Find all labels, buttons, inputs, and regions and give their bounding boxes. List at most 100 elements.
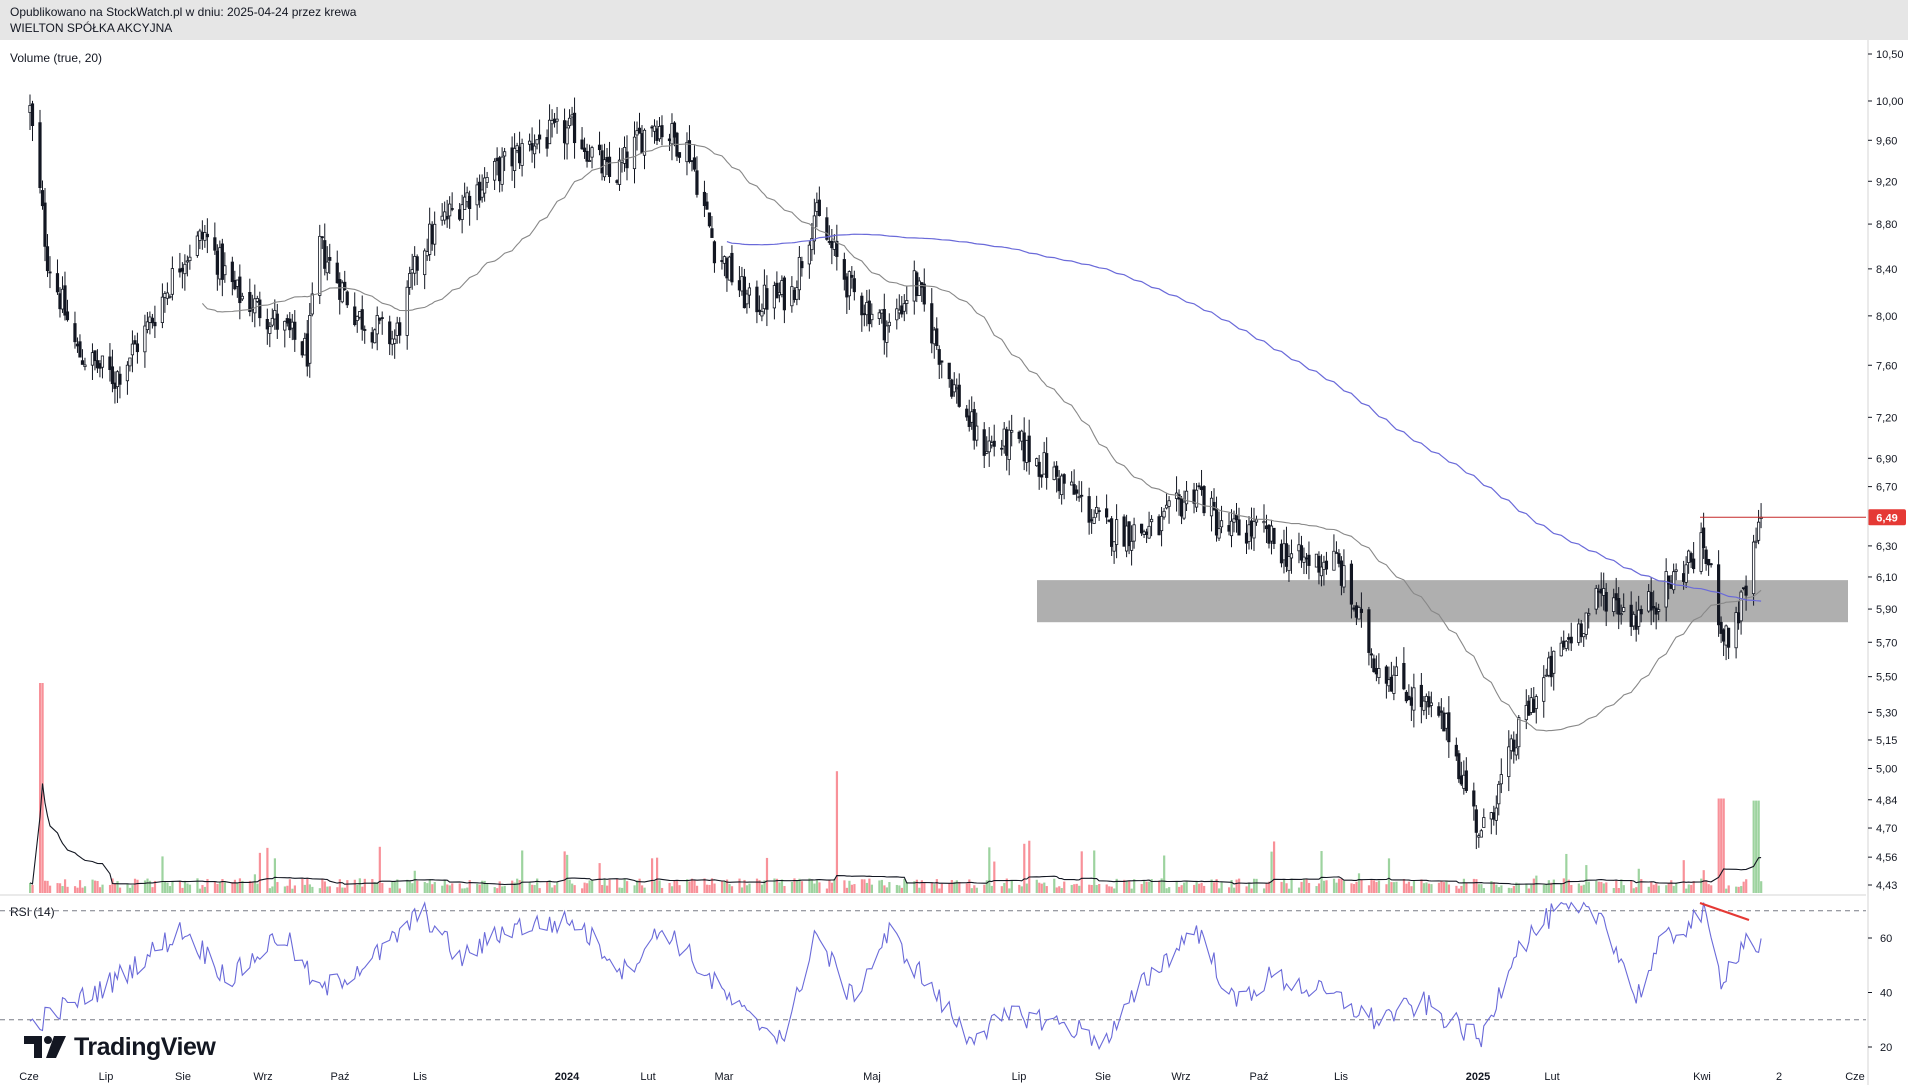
candle-body: [1037, 461, 1041, 477]
time-axis-label: Cze: [1845, 1071, 1865, 1083]
volume-bar: [1125, 881, 1128, 893]
volume-bar: [1737, 886, 1740, 893]
volume-bar: [860, 879, 864, 893]
volume-bar: [1203, 885, 1206, 893]
volume-bar: [1510, 888, 1513, 893]
volume-bar: [503, 885, 506, 893]
volume-bar: [1407, 881, 1411, 893]
candle-body: [640, 133, 644, 153]
candle-body: [345, 291, 349, 306]
candle-body: [1377, 668, 1381, 678]
volume-bar: [888, 882, 891, 893]
volume-bar: [338, 879, 341, 893]
volume-bar: [1615, 880, 1618, 893]
candle-body: [323, 240, 327, 269]
volume-bar: [151, 887, 154, 893]
volume-bar: [778, 882, 781, 893]
volume-bar: [328, 886, 331, 893]
candle-body: [325, 261, 329, 274]
candle-body: [305, 333, 309, 367]
volume-bar: [1238, 878, 1241, 893]
volume-bar: [828, 879, 831, 893]
volume-bar: [1043, 882, 1046, 893]
time-axis-label: Kwi: [1693, 1071, 1711, 1083]
volume-bar: [1300, 881, 1303, 893]
candle-body: [1297, 544, 1301, 552]
candle-body: [1284, 543, 1289, 567]
candle-body: [1217, 528, 1221, 539]
volume-bar: [1700, 878, 1703, 893]
candle-body: [1182, 501, 1186, 519]
price-tick-label: 4,43: [1876, 880, 1897, 892]
volume-bar: [416, 880, 419, 893]
volume-bar: [1740, 886, 1743, 893]
volume-bar: [188, 884, 192, 893]
volume-bar: [83, 886, 87, 893]
volume-bar: [1058, 886, 1061, 893]
tradingview-logo[interactable]: TradingView: [24, 1032, 216, 1062]
volume-bar: [1280, 881, 1283, 893]
candle-body: [1407, 695, 1411, 701]
candle-body: [195, 235, 199, 256]
volume-bar: [1670, 880, 1673, 893]
candle-body: [1639, 609, 1643, 615]
candle-body: [672, 122, 677, 138]
candle-body: [1322, 561, 1326, 570]
candle-body: [1722, 629, 1726, 642]
volume-bar: [983, 884, 986, 893]
volume-bar: [800, 881, 804, 893]
candle-body: [478, 181, 482, 201]
volume-bar: [451, 883, 454, 893]
candle-body: [922, 283, 926, 305]
candle-body: [1369, 653, 1373, 656]
volume-bar: [723, 881, 726, 893]
candle-body: [775, 282, 779, 299]
volume-bar: [61, 886, 64, 893]
price-tick-label: 9,20: [1876, 176, 1897, 188]
volume-bar: [1602, 883, 1605, 893]
volume-bar: [748, 883, 751, 893]
volume-ma-line: [29, 783, 1762, 886]
volume-bar: [1063, 881, 1066, 893]
volume-bar: [940, 883, 943, 893]
candle-body: [63, 285, 67, 316]
candle-body: [590, 147, 594, 158]
candle-body: [1077, 496, 1081, 499]
price-tick-label: 8,80: [1876, 219, 1897, 231]
candle-body: [1254, 519, 1259, 523]
volume-bar: [738, 878, 741, 893]
volume-bar: [783, 885, 786, 893]
volume-bar: [493, 887, 496, 893]
candle-body: [133, 340, 137, 345]
volume-bar: [1667, 882, 1670, 893]
volume-bar: [1350, 883, 1353, 893]
candle-body: [1237, 519, 1241, 536]
candle-body: [992, 440, 996, 447]
volume-bar: [1632, 888, 1635, 893]
price-tick-label: 4,56: [1876, 852, 1897, 864]
price-chart[interactable]: 6,49 10,50 10,00 9,60 9,20 8,80 8,40 8,00 7,60 7…: [0, 0, 1908, 1085]
candle-body: [1132, 524, 1136, 542]
candle-body: [790, 286, 794, 307]
candle-body: [862, 313, 866, 316]
volume-bar: [376, 882, 379, 893]
candle-body: [73, 323, 77, 343]
candle-body: [1387, 679, 1391, 687]
volume-bar: [1073, 884, 1076, 893]
candle-body: [1372, 658, 1376, 673]
candle-body: [725, 258, 729, 279]
candle-body: [1524, 704, 1528, 721]
candle-body: [1324, 560, 1329, 570]
candle-body: [937, 349, 941, 365]
volume-bar: [131, 885, 134, 893]
candle-body: [1010, 430, 1014, 433]
volume-bar: [1370, 879, 1373, 893]
time-axis-label: Paź: [331, 1071, 350, 1083]
volume-bar: [301, 878, 304, 893]
volume-bar: [1285, 883, 1288, 893]
volume-bar: [1335, 882, 1338, 893]
candle-body: [1167, 500, 1171, 507]
price-tick-label: 5,90: [1876, 604, 1897, 616]
volume-bar: [740, 887, 744, 893]
candle-body: [1232, 518, 1236, 523]
